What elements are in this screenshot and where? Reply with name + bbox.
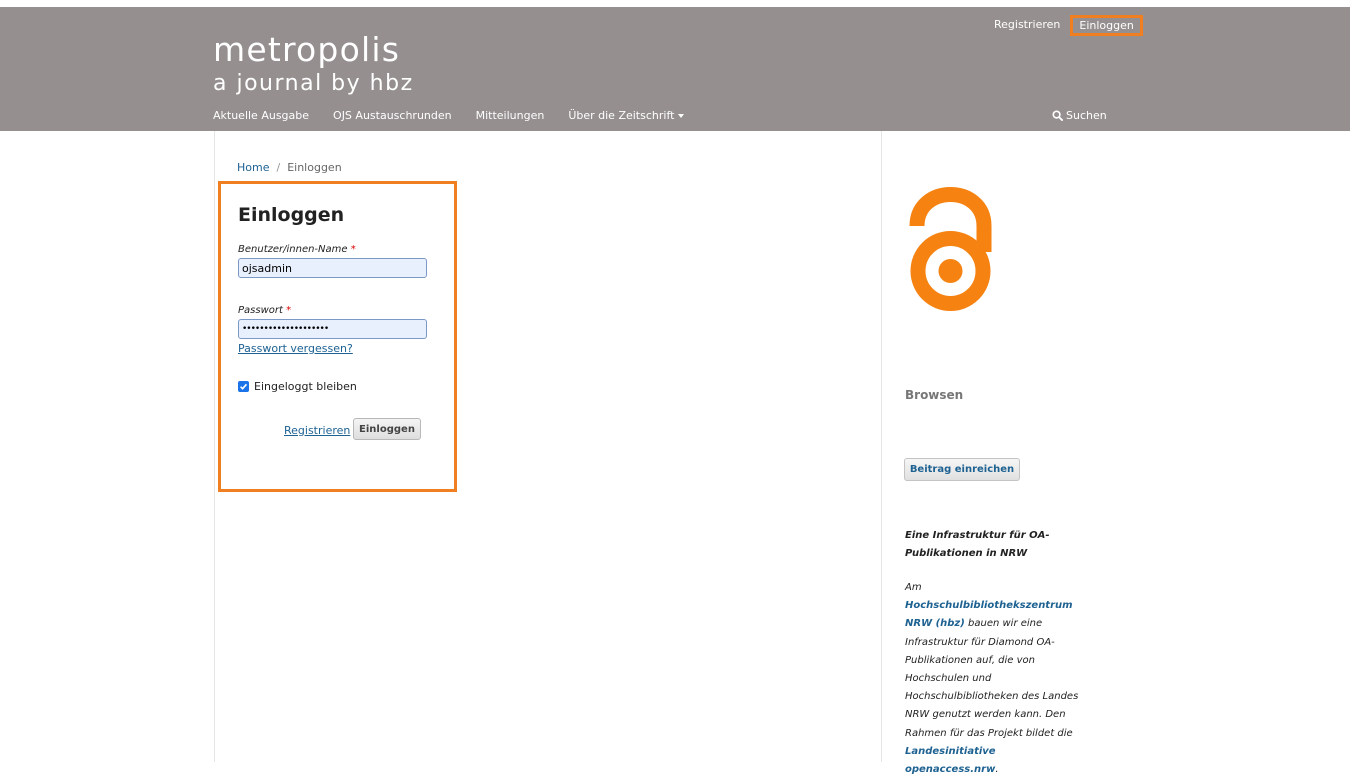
primary-nav: Aktuelle Ausgabe OJS Austauschrunden Mit… [213, 109, 708, 122]
breadcrumb-home[interactable]: Home [237, 161, 269, 174]
password-input[interactable] [238, 319, 427, 339]
site-title[interactable]: metropolis [213, 33, 400, 67]
login-link-top[interactable]: Einloggen [1070, 15, 1143, 36]
password-label-text: Passwort [238, 305, 283, 316]
nav-about-dropdown[interactable]: Über die Zeitschrift [568, 109, 685, 122]
nav-announcements[interactable]: Mitteilungen [476, 109, 545, 122]
register-link-top[interactable]: Registrieren [988, 15, 1066, 36]
info-heading: Eine Infrastruktur für OA-Publikationen … [905, 530, 1050, 559]
username-label: Benutzer/innen-Name * [238, 244, 356, 255]
username-input[interactable] [238, 258, 427, 278]
nav-about-label: Über die Zeitschrift [568, 109, 675, 122]
site-header: Registrieren Einloggen metropolis a jour… [0, 7, 1350, 131]
required-marker: * [286, 305, 292, 316]
info-text: Am Hochschulbibliothekszentrum NRW (hbz)… [905, 579, 1090, 779]
search-link[interactable]: Suchen [1052, 109, 1107, 122]
site-subtitle[interactable]: a journal by hbz [213, 71, 414, 97]
nav-current-issue[interactable]: Aktuelle Ausgabe [213, 109, 309, 122]
sidebar-divider [881, 131, 882, 762]
info-text-part2: bauen wir eine Infrastruktur für Diamond… [905, 618, 1079, 739]
user-nav: Registrieren Einloggen [988, 15, 1143, 36]
chevron-down-icon [678, 114, 685, 118]
breadcrumb-current: Einloggen [287, 161, 342, 174]
openaccess-nrw-link[interactable]: Landesinitiative openaccess.nrw [905, 746, 996, 775]
login-form: Einloggen Benutzer/innen-Name * Passwort… [218, 181, 457, 492]
password-label: Passwort * [238, 305, 291, 316]
page-title: Einloggen [238, 204, 345, 226]
remember-checkbox[interactable] [238, 381, 249, 392]
breadcrumb-separator: / [276, 161, 281, 174]
submit-article-button[interactable]: Beitrag einreichen [904, 458, 1020, 481]
content-divider-left [214, 131, 215, 762]
remember-me[interactable]: Eingeloggt bleiben [238, 380, 357, 393]
info-text-part1: Am [905, 582, 922, 593]
nav-ojs-austauschrunden[interactable]: OJS Austauschrunden [333, 109, 452, 122]
breadcrumb: Home / Einloggen [237, 161, 342, 174]
checkmark-icon [240, 383, 248, 390]
browse-title: Browsen [905, 388, 964, 402]
search-icon [1052, 110, 1063, 121]
register-link[interactable]: Registrieren [284, 424, 350, 437]
remember-label: Eingeloggt bleiben [254, 380, 357, 393]
open-access-lock-icon[interactable] [903, 182, 998, 312]
forgot-password-link[interactable]: Passwort vergessen? [238, 342, 353, 355]
username-label-text: Benutzer/innen-Name [238, 244, 348, 255]
info-text-part3: . [995, 764, 999, 776]
required-marker: * [350, 244, 356, 255]
login-button[interactable]: Einloggen [353, 418, 421, 440]
search-label: Suchen [1066, 109, 1107, 122]
